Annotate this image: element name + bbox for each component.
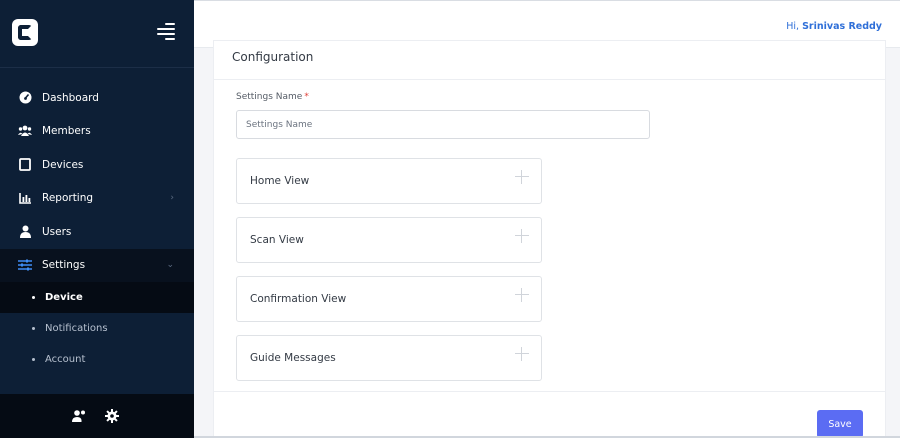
sidebar-item-members[interactable]: Members	[0, 115, 194, 149]
divider	[214, 79, 885, 80]
sidebar-nav: Dashboard Members Devices Reporting › Us…	[0, 81, 194, 375]
user-settings-icon[interactable]	[72, 408, 86, 422]
sidebar-footer	[0, 394, 194, 438]
bullet-icon	[32, 358, 35, 361]
devices-icon	[18, 158, 32, 172]
chevron-down-icon: ⌄	[166, 260, 174, 271]
app-logo[interactable]	[12, 19, 38, 46]
field-label-text: Settings Name	[236, 92, 303, 102]
greeting-text: Hi,	[786, 21, 800, 32]
sidebar-subitem-label: Device	[45, 292, 83, 303]
chevron-right-icon: ›	[170, 193, 174, 204]
user-greeting[interactable]: Hi, Srinivas Reddy	[786, 21, 882, 32]
sidebar-item-reporting[interactable]: Reporting ›	[0, 182, 194, 216]
plus-icon[interactable]	[515, 347, 529, 361]
divider	[214, 391, 885, 392]
sidebar-item-settings[interactable]: Settings ⌄	[0, 248, 194, 282]
sidebar-item-devices[interactable]: Devices	[0, 148, 194, 182]
sidebar-item-label: Dashboard	[42, 91, 99, 104]
accordion-label: Guide Messages	[250, 352, 336, 364]
sidebar-item-users[interactable]: Users	[0, 215, 194, 249]
settings-sliders-icon	[18, 258, 32, 272]
accordion-label: Confirmation View	[250, 293, 347, 305]
gear-icon[interactable]	[105, 408, 119, 423]
accordion-label: Scan View	[250, 234, 304, 246]
sidebar: Dashboard Members Devices Reporting › Us…	[0, 0, 194, 438]
sidebar-subitem-label: Account	[45, 354, 86, 365]
accordion-home-view[interactable]: Home View	[236, 158, 542, 204]
sidebar-item-label: Reporting	[42, 192, 94, 205]
sidebar-subitem-notifications[interactable]: Notifications	[0, 313, 194, 344]
required-mark: *	[304, 92, 309, 102]
plus-icon[interactable]	[515, 288, 529, 302]
sidebar-item-label: Settings	[42, 259, 86, 272]
dashboard-icon	[18, 91, 32, 105]
accordion-guide-messages[interactable]: Guide Messages	[236, 335, 542, 381]
bullet-icon	[32, 327, 35, 330]
plus-icon[interactable]	[515, 170, 529, 184]
bullet-icon	[32, 296, 35, 299]
sidebar-subitem-account[interactable]: Account	[0, 344, 194, 375]
sidebar-subitem-label: Notifications	[45, 323, 108, 334]
accordion-label: Home View	[250, 175, 310, 187]
save-button[interactable]: Save	[817, 410, 863, 438]
user-name: Srinivas Reddy	[802, 21, 882, 32]
user-icon	[18, 225, 32, 239]
sidebar-item-dashboard[interactable]: Dashboard	[0, 81, 194, 115]
page-title: Configuration	[232, 50, 314, 64]
sidebar-item-label: Devices	[42, 158, 84, 171]
configuration-card: Configuration Settings Name* Home View S…	[213, 40, 886, 438]
sidebar-item-label: Members	[42, 125, 91, 138]
reporting-icon	[18, 191, 32, 205]
accordion-scan-view[interactable]: Scan View	[236, 217, 542, 263]
settings-name-input[interactable]	[236, 110, 650, 139]
menu-toggle-icon[interactable]	[157, 21, 175, 41]
settings-name-label: Settings Name *	[236, 92, 309, 102]
plus-icon[interactable]	[515, 229, 529, 243]
accordion-confirmation-view[interactable]: Confirmation View	[236, 276, 542, 322]
members-icon	[18, 124, 32, 138]
sidebar-subitem-device[interactable]: Device	[0, 282, 194, 313]
sidebar-item-label: Users	[42, 225, 72, 238]
sidebar-header	[0, 0, 194, 68]
